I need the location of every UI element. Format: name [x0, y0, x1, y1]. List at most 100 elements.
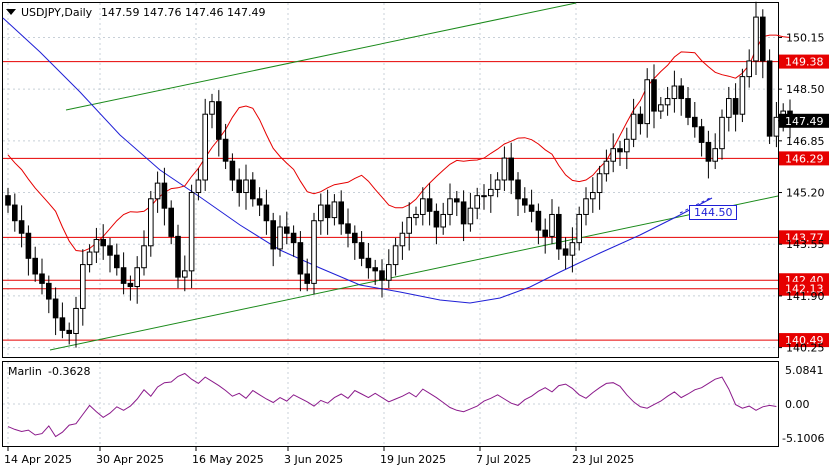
price-tick-label: 146.85 [786, 135, 825, 148]
price-tick-label: 148.50 [786, 83, 825, 96]
candle-body [528, 204, 535, 212]
candle-body [413, 213, 419, 219]
chart-window: 149.38146.29143.77142.40142.13140.49 150… [0, 0, 837, 470]
candle-body [719, 116, 725, 150]
candle-body [447, 198, 453, 215]
candle-body [263, 204, 270, 222]
candle-body [692, 116, 698, 128]
candle-body [739, 76, 746, 115]
candle-body [345, 223, 351, 234]
candle-body [120, 267, 127, 284]
candle-body [508, 157, 514, 181]
candle-body [18, 220, 25, 234]
candle-body [127, 282, 134, 288]
candle-body [59, 317, 66, 331]
level-tag-label: 149.38 [785, 56, 824, 69]
candle-body [542, 229, 549, 237]
candle-body [644, 79, 651, 125]
candle-body [474, 195, 480, 209]
indicator-tick-zero: 0.00 [785, 398, 810, 411]
time-tick-label: 30 Apr 2025 [96, 453, 164, 466]
candle-body [168, 207, 174, 237]
candle-body [658, 104, 664, 112]
candle-body [284, 226, 290, 234]
candle-body [372, 267, 378, 272]
candle-body [698, 126, 705, 143]
time-tick-label: 19 Jun 2025 [380, 453, 446, 466]
candle-body [86, 251, 93, 266]
candle-body [664, 98, 671, 106]
candle-body [522, 198, 528, 206]
candle-body [481, 195, 487, 198]
candle-body [426, 198, 433, 212]
candle-body [107, 245, 113, 256]
candle-body [379, 270, 385, 281]
price-tick-label: 145.20 [786, 187, 825, 200]
candle-body [515, 179, 521, 200]
candle-body [100, 239, 107, 247]
indicator-tick-low: -5.1006 [782, 432, 824, 445]
candle-body [161, 182, 168, 209]
candle-body [760, 16, 766, 62]
candle-body [467, 207, 474, 225]
candle-body [243, 179, 249, 194]
candle-body [304, 273, 310, 284]
candle-body [209, 101, 215, 115]
candle-body [12, 204, 18, 222]
ohlc-readout: 147.59 147.76 147.46 147.49 [101, 6, 265, 19]
candle-body [46, 282, 52, 300]
candle-body [386, 264, 392, 281]
candle-body [352, 232, 358, 244]
candle-body [433, 210, 440, 228]
time-tick-label: 14 Apr 2025 [4, 453, 72, 466]
candle-body [66, 329, 73, 335]
candle-body [494, 179, 501, 190]
candle-body [270, 220, 276, 250]
candle-body [52, 298, 59, 319]
price-tick-label: 150.15 [786, 31, 825, 44]
candle-body [175, 235, 181, 278]
price-annotation[interactable]: 144.50 [689, 205, 737, 220]
candle-body [569, 242, 576, 256]
candle-body [392, 245, 399, 266]
candle-body [256, 198, 263, 206]
time-tick-label: 3 Jun 2025 [284, 453, 343, 466]
candle-body [331, 201, 338, 219]
candle-body [726, 98, 732, 118]
current-price-label: 147.49 [785, 115, 824, 128]
candle-body [610, 148, 617, 162]
candle-body [148, 198, 154, 247]
time-tick-label: 7 Jul 2025 [476, 453, 531, 466]
price-tick-label: 143.55 [786, 238, 825, 251]
candle-body [596, 173, 603, 194]
candle-body [549, 213, 555, 237]
candle-body [324, 204, 331, 219]
candle-body [590, 192, 596, 200]
candle-body [290, 232, 297, 244]
price-tick-label: 141.90 [786, 290, 825, 303]
candle [739, 68, 746, 123]
candle-body [617, 148, 623, 153]
candle-body [182, 270, 188, 278]
candle-body [603, 160, 610, 175]
time-tick-label: 23 Jul 2025 [572, 453, 634, 466]
candle-body [236, 179, 242, 194]
symbol-label: USDJPY,Daily [21, 6, 93, 19]
candle-body [195, 179, 202, 194]
candle-body [535, 210, 542, 231]
candle-body [712, 148, 719, 162]
candle-body [141, 245, 147, 269]
candle-body [365, 257, 372, 269]
candle-body [637, 113, 644, 125]
candle-body [25, 232, 32, 259]
candle-body [562, 248, 569, 256]
annotation-label: 144.50 [694, 206, 733, 219]
candle-body [229, 160, 236, 181]
candle-body [705, 141, 712, 162]
candle-body [338, 201, 344, 225]
candle-body [420, 198, 426, 215]
candle-body [753, 16, 759, 62]
candle-body [583, 198, 589, 215]
candle-body [188, 192, 195, 272]
candle-body [32, 257, 39, 275]
